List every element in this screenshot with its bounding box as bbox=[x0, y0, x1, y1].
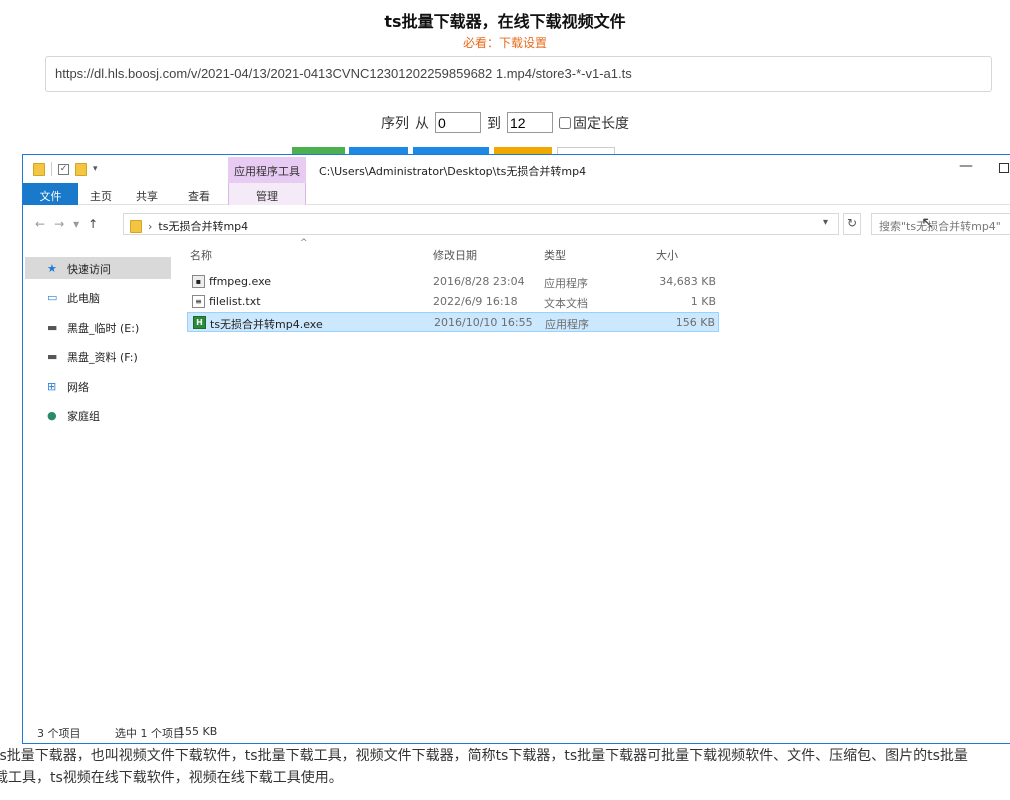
item-count: 3 个项目 bbox=[37, 727, 81, 740]
navigation-pane: ★ 快速访问 ▭ 此电脑 ▬ 黑盘_临时 (E:) ▬ 黑盘_资料 (F:) ⊞… bbox=[23, 249, 173, 709]
page-title: ts批量下载器，在线下载视频文件 bbox=[384, 12, 626, 31]
tab-share[interactable]: 共享 bbox=[124, 183, 170, 205]
search-input[interactable]: 搜索"ts无损合并转mp4" bbox=[871, 213, 1010, 235]
nav-item-label: 此电脑 bbox=[67, 292, 100, 305]
divider bbox=[51, 162, 52, 176]
nav-item-label: 家庭组 bbox=[67, 410, 100, 423]
nav-item-label: 黑盘_临时 (E:) bbox=[67, 322, 140, 335]
minimize-icon[interactable]: — bbox=[959, 158, 973, 174]
up-icon[interactable]: ↑ bbox=[88, 217, 98, 231]
app-tools-tab[interactable]: 应用程序工具 bbox=[228, 157, 306, 183]
file-date: 2016/8/28 23:04 bbox=[433, 275, 525, 288]
file-type: 应用程序 bbox=[544, 277, 588, 290]
back-icon[interactable]: ← bbox=[35, 217, 45, 231]
file-list: ^ 名称 修改日期 类型 大小 ▪ ffmpeg.exe 2016/8/28 2… bbox=[185, 238, 745, 441]
recent-dropdown-icon[interactable]: ▾ bbox=[73, 217, 79, 231]
page: ts批量下载器，在线下载视频文件 必看：下载设置 https://dl.hls.… bbox=[0, 0, 1010, 800]
nav-item-drive-e[interactable]: ▬ 黑盘_临时 (E:) bbox=[25, 316, 171, 338]
file-date: 2016/10/10 16:55 bbox=[434, 316, 533, 329]
homegroup-icon: ● bbox=[47, 409, 57, 422]
file-name: ts无损合并转mp4.exe bbox=[210, 318, 323, 331]
fixed-length-label: 固定长度 bbox=[573, 115, 629, 132]
column-header-type[interactable]: 类型 bbox=[544, 247, 566, 263]
file-size: 1 KB bbox=[690, 295, 716, 308]
address-row: ← → ▾ ↑ › ts无损合并转mp4 ▾ ↻ 搜索"ts无损合并转mp4" bbox=[23, 213, 1010, 237]
from-label: 从 bbox=[415, 115, 429, 132]
properties-icon[interactable]: ✓ bbox=[58, 163, 69, 175]
network-icon: ⊞ bbox=[47, 380, 57, 393]
file-row[interactable]: ▪ ffmpeg.exe 2016/8/28 23:04 应用程序 34,683… bbox=[187, 272, 719, 292]
to-label: 到 bbox=[487, 115, 501, 132]
drive-icon: ▬ bbox=[47, 350, 58, 363]
nav-item-quick-access[interactable]: ★ 快速访问 bbox=[25, 257, 171, 279]
file-name: ffmpeg.exe bbox=[209, 275, 272, 288]
url-input[interactable]: https://dl.hls.boosj.com/v/2021-04/13/20… bbox=[45, 56, 992, 92]
status-bar: 3 个项目 选中 1 个项目 155 KB bbox=[23, 721, 1010, 743]
file-name: filelist.txt bbox=[209, 295, 261, 308]
forward-icon[interactable]: → bbox=[54, 217, 64, 231]
nav-item-homegroup[interactable]: ● 家庭组 bbox=[25, 404, 171, 426]
description-line: ts批量下载器，也叫视频文件下载软件，ts批量下载工具，视频文件下载器，简称ts… bbox=[0, 748, 968, 764]
drive-icon: ▬ bbox=[47, 321, 58, 334]
selected-count: 选中 1 个项目 bbox=[115, 727, 184, 740]
column-header-size[interactable]: 大小 bbox=[656, 247, 678, 263]
from-input[interactable] bbox=[435, 112, 481, 133]
refresh-icon[interactable]: ↻ bbox=[843, 213, 861, 235]
file-row-selected[interactable]: H ts无损合并转mp4.exe 2016/10/10 16:55 应用程序 1… bbox=[187, 312, 719, 332]
sequence-label: 序列 bbox=[381, 115, 409, 132]
file-date: 2022/6/9 16:18 bbox=[433, 295, 518, 308]
selected-size: 155 KB bbox=[178, 725, 218, 738]
nav-item-label: 网络 bbox=[67, 381, 89, 394]
file-row[interactable]: ≡ filelist.txt 2022/6/9 16:18 文本文档 1 KB bbox=[187, 292, 719, 312]
nav-item-label: 黑盘_资料 (F:) bbox=[67, 351, 138, 364]
breadcrumb-arrow-icon[interactable]: › bbox=[148, 220, 152, 233]
text-file-icon: ≡ bbox=[192, 295, 205, 308]
nav-buttons: ← → ▾ ↑ bbox=[35, 217, 98, 231]
breadcrumb-folder[interactable]: ts无损合并转mp4 bbox=[158, 218, 248, 234]
file-type: 文本文档 bbox=[544, 297, 588, 310]
nav-item-drive-f[interactable]: ▬ 黑盘_资料 (F:) bbox=[25, 345, 171, 367]
file-size: 156 KB bbox=[675, 316, 715, 329]
nav-item-network[interactable]: ⊞ 网络 bbox=[25, 375, 171, 397]
folder-icon bbox=[130, 219, 142, 233]
range-row: 序列 从 到 固定长度 bbox=[0, 112, 1010, 133]
file-type: 应用程序 bbox=[545, 318, 589, 331]
customize-dropdown-icon[interactable]: ▾ bbox=[93, 164, 98, 174]
star-icon: ★ bbox=[47, 262, 57, 275]
description-text: ts批量下载器，也叫视频文件下载软件，ts批量下载工具，视频文件下载器，简称ts… bbox=[0, 745, 1010, 789]
fixed-length-checkbox[interactable] bbox=[559, 116, 571, 129]
tab-home[interactable]: 主页 bbox=[78, 183, 124, 205]
tab-view[interactable]: 查看 bbox=[170, 183, 228, 205]
title-bar: ✓ ▾ 应用程序工具 C:\Users\Administrator\Deskto… bbox=[23, 155, 1010, 183]
maximize-icon[interactable] bbox=[999, 163, 1009, 173]
exe-file-icon: ▪ bbox=[192, 275, 205, 288]
quick-access-toolbar: ✓ ▾ bbox=[33, 162, 98, 176]
address-dropdown-icon[interactable]: ▾ bbox=[823, 217, 828, 228]
computer-icon: ▭ bbox=[47, 291, 58, 304]
address-bar[interactable]: › ts无损合并转mp4 bbox=[123, 213, 839, 235]
nav-item-label: 快速访问 bbox=[67, 263, 111, 276]
column-header-date[interactable]: 修改日期 bbox=[433, 247, 477, 263]
column-header-name[interactable]: 名称 bbox=[190, 247, 212, 263]
sort-ascending-icon: ^ bbox=[300, 238, 308, 248]
app-file-icon: H bbox=[193, 316, 206, 329]
fixed-length-option[interactable]: 固定长度 bbox=[559, 113, 629, 133]
window-path-title: C:\Users\Administrator\Desktop\ts无损合并转mp… bbox=[319, 165, 587, 178]
nav-item-this-pc[interactable]: ▭ 此电脑 bbox=[25, 286, 171, 308]
file-explorer-window: ✓ ▾ 应用程序工具 C:\Users\Administrator\Deskto… bbox=[22, 154, 1010, 744]
new-folder-icon[interactable] bbox=[75, 162, 87, 176]
tab-file[interactable]: 文件 bbox=[23, 183, 78, 205]
tab-manage[interactable]: 管理 bbox=[228, 183, 306, 205]
download-settings-link[interactable]: 必看：下载设置 bbox=[0, 34, 1010, 51]
file-size: 34,683 KB bbox=[659, 275, 716, 288]
description-line: 载工具，ts视频在线下载软件，视频在线下载工具使用。 bbox=[0, 770, 343, 786]
folder-icon bbox=[33, 162, 45, 176]
ribbon-tabs: 文件 主页 共享 查看 管理 ↖ bbox=[23, 183, 1010, 232]
to-input[interactable] bbox=[507, 112, 553, 133]
